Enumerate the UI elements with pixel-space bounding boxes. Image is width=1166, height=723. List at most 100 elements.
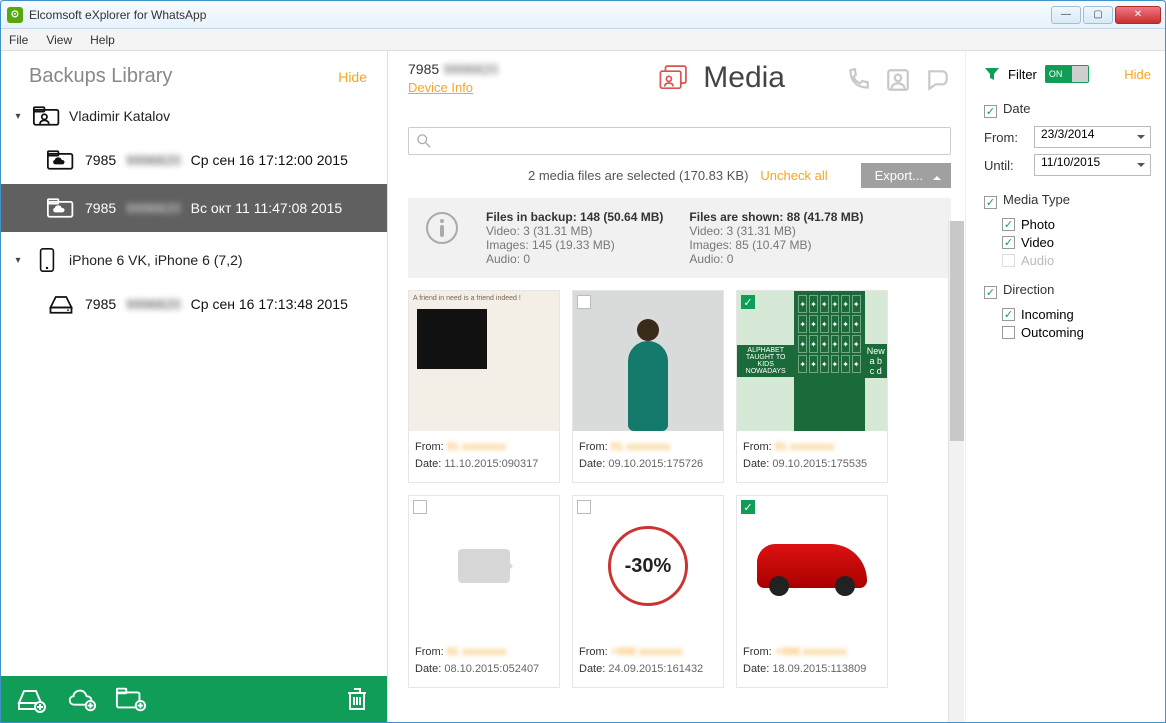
media-icon [657, 61, 691, 95]
search-icon [417, 134, 431, 148]
close-button[interactable]: ✕ [1115, 6, 1161, 24]
media-card[interactable]: From: 91 xxxxxxxxDate: 09.10.2015:175726 [572, 290, 724, 483]
backup-item[interactable]: 7985 9996820 Ср сен 16 17:13:48 2015 [1, 280, 387, 328]
thumbnail: A friend in need is a friend indeed ! [409, 291, 559, 431]
filter-hide-link[interactable]: Hide [1124, 67, 1151, 82]
redacted: 9996820 [126, 296, 181, 312]
video-checkbox[interactable] [1002, 236, 1015, 249]
tree-twisty-icon[interactable]: ▾ [11, 109, 25, 123]
calls-tab-icon[interactable] [845, 67, 871, 93]
outcoming-checkbox[interactable] [1002, 326, 1015, 339]
video-label: Video [1021, 235, 1054, 250]
library-title: Backups Library [29, 65, 172, 88]
maximize-button[interactable]: ▢ [1083, 6, 1113, 24]
info-shown-audio: Audio: 0 [689, 252, 863, 266]
tree-group-label: iPhone 6 VK, iPhone 6 (7,2) [69, 252, 243, 268]
backup-phone: 7985 [85, 296, 116, 312]
info-backup-total: Files in backup: 148 (50.64 MB) [486, 210, 663, 224]
page-title: Media [703, 61, 785, 95]
app-icon: ⊙ [7, 7, 23, 23]
app-window: ⊙ Elcomsoft eXplorer for WhatsApp — ▢ ✕ … [0, 0, 1166, 723]
window-title: Elcomsoft eXplorer for WhatsApp [29, 8, 206, 22]
redacted: 9996820 [126, 152, 181, 168]
card-checkbox[interactable]: ✓ [741, 295, 755, 309]
incoming-label: Incoming [1021, 307, 1074, 322]
info-box: Files in backup: 148 (50.64 MB) Video: 3… [408, 198, 951, 278]
media-card[interactable]: ✓ALPHABET TAUGHT TO KIDS NOWADAYS✦✦✦✦✦✦✦… [736, 290, 888, 483]
info-shown-images: Images: 85 (10.47 MB) [689, 238, 863, 252]
tree-group-label: Vladimir Katalov [69, 108, 170, 124]
card-checkbox[interactable] [413, 500, 427, 514]
backup-item[interactable]: 7985 9996820 Вс окт 11 11:47:08 2015 [1, 184, 387, 232]
backup-tree: ▾ Vladimir Katalov 7985 9996820 Ср сен 1… [1, 96, 387, 676]
thumbnail: ALPHABET TAUGHT TO KIDS NOWADAYS✦✦✦✦✦✦✦✦… [737, 291, 887, 431]
card-checkbox[interactable] [577, 295, 591, 309]
cloud-folder-icon [47, 148, 75, 172]
backup-date: Ср сен 16 17:13:48 2015 [191, 296, 348, 312]
content-area: 7985 9996820 Device Info Media [388, 51, 965, 722]
backup-item[interactable]: 7985 9996820 Ср сен 16 17:12:00 2015 [1, 136, 387, 184]
backup-date: Ср сен 16 17:12:00 2015 [191, 152, 348, 168]
backup-phone: 7985 [85, 152, 116, 168]
menu-view[interactable]: View [46, 33, 72, 47]
menu-file[interactable]: File [9, 33, 28, 47]
media-card[interactable]: -30%From: +998 xxxxxxxxDate: 24.09.2015:… [572, 495, 724, 688]
photo-label: Photo [1021, 217, 1055, 232]
add-local-backup-button[interactable] [15, 685, 47, 713]
filter-icon [984, 66, 1000, 82]
media-type-checkbox[interactable] [984, 196, 997, 209]
tree-group[interactable]: ▾ iPhone 6 VK, iPhone 6 (7,2) [1, 240, 387, 280]
from-date-input[interactable]: 23/3/2014 [1034, 126, 1151, 148]
media-grid: A friend in need is a friend indeed !Fro… [408, 290, 951, 688]
sidebar: Backups Library Hide ▾ Vladimir Katalov … [1, 51, 388, 722]
tree-twisty-icon[interactable]: ▾ [11, 253, 25, 267]
info-backup-images: Images: 145 (19.33 MB) [486, 238, 663, 252]
filter-toggle[interactable]: ON [1045, 65, 1089, 83]
backup-date: Вс окт 11 11:47:08 2015 [191, 200, 343, 216]
delete-button[interactable] [341, 685, 373, 713]
date-checkbox[interactable] [984, 105, 997, 118]
until-label: Until: [984, 158, 1028, 173]
menu-help[interactable]: Help [90, 33, 115, 47]
direction-label: Direction [1003, 282, 1054, 297]
add-cloud-backup-button[interactable] [65, 685, 97, 713]
audio-checkbox[interactable] [1002, 254, 1015, 267]
card-checkbox[interactable]: ✓ [741, 500, 755, 514]
photo-checkbox[interactable] [1002, 218, 1015, 231]
device-info-link[interactable]: Device Info [408, 80, 473, 95]
card-checkbox[interactable] [577, 500, 591, 514]
direction-checkbox[interactable] [984, 286, 997, 299]
thumbnail [737, 496, 887, 636]
until-date-input[interactable]: 11/10/2015 [1034, 154, 1151, 176]
filter-panel: Filter ON Hide Date From:23/3/2014 Until… [965, 51, 1165, 722]
add-folder-button[interactable] [115, 685, 147, 713]
info-shown-total: Files are shown: 88 (41.78 MB) [689, 210, 863, 224]
info-shown-video: Video: 3 (31.31 MB) [689, 224, 863, 238]
media-card[interactable]: From: 91 xxxxxxxxDate: 08.10.2015:052407 [408, 495, 560, 688]
outcoming-label: Outcoming [1021, 325, 1084, 340]
header-phone: 7985 [408, 61, 439, 77]
media-type-label: Media Type [1003, 192, 1070, 207]
thumbnail: -30% [573, 496, 723, 636]
export-button[interactable]: Export... [861, 163, 951, 188]
media-card[interactable]: ✓From: +998 xxxxxxxxDate: 18.09.2015:113… [736, 495, 888, 688]
minimize-button[interactable]: — [1051, 6, 1081, 24]
date-section-label: Date [1003, 101, 1030, 116]
contacts-tab-icon[interactable] [885, 67, 911, 93]
thumbnail [409, 496, 559, 636]
info-backup-audio: Audio: 0 [486, 252, 663, 266]
sidebar-footer [1, 676, 387, 722]
sidebar-hide-link[interactable]: Hide [338, 69, 367, 85]
search-input[interactable] [408, 127, 951, 155]
chats-tab-icon[interactable] [925, 67, 951, 93]
redacted: 9996820 [444, 61, 499, 77]
audio-label: Audio [1021, 253, 1054, 268]
incoming-checkbox[interactable] [1002, 308, 1015, 321]
from-label: From: [984, 130, 1028, 145]
uncheck-all-link[interactable]: Uncheck all [760, 168, 827, 183]
backup-phone: 7985 [85, 200, 116, 216]
title-bar: ⊙ Elcomsoft eXplorer for WhatsApp — ▢ ✕ [1, 1, 1165, 29]
tree-group[interactable]: ▾ Vladimir Katalov [1, 96, 387, 136]
scrollbar[interactable] [948, 221, 964, 722]
media-card[interactable]: A friend in need is a friend indeed !Fro… [408, 290, 560, 483]
